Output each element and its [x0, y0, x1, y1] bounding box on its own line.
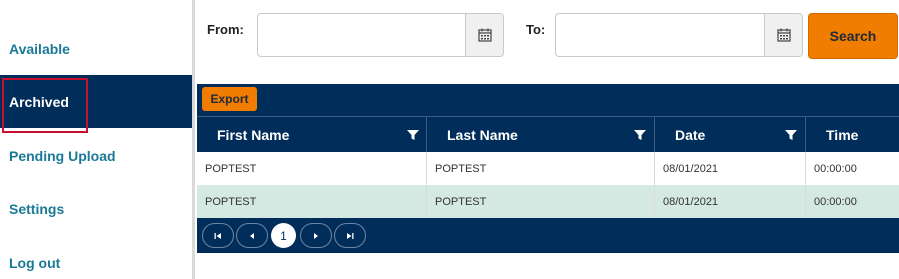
first-page-icon	[214, 232, 221, 239]
grid-toolbar: Export	[197, 84, 899, 116]
cell-date: 08/01/2021	[655, 185, 806, 218]
prev-page-button[interactable]	[236, 223, 268, 248]
column-header-time[interactable]: Time	[806, 117, 899, 153]
next-page-icon	[314, 232, 318, 239]
calendar-icon	[477, 28, 492, 42]
cell-date: 08/01/2021	[655, 152, 806, 185]
to-date-field	[555, 13, 803, 57]
to-date-input[interactable]	[556, 14, 764, 56]
from-date-input[interactable]	[258, 14, 465, 56]
sidebar-item-label: Archived	[9, 93, 69, 110]
page-button-current[interactable]: 1	[271, 223, 296, 248]
next-page-button[interactable]	[300, 223, 332, 248]
sidebar-item-label: Settings	[9, 200, 65, 217]
cell-first-name: POPTEST	[197, 152, 427, 185]
filter-icon[interactable]	[633, 128, 647, 142]
first-page-button[interactable]	[202, 223, 234, 248]
filter-icon[interactable]	[784, 128, 798, 142]
prev-page-icon	[250, 232, 254, 239]
archived-grid: Export First Name Last Name Date Time PO…	[197, 84, 899, 253]
export-button[interactable]: Export	[202, 87, 257, 111]
calendar-icon	[776, 28, 791, 42]
sidebar-item-pending-upload[interactable]: Pending Upload	[0, 129, 192, 182]
grid-header: First Name Last Name Date Time	[197, 116, 899, 153]
last-page-button[interactable]	[334, 223, 366, 248]
column-header-label: Last Name	[447, 127, 518, 143]
column-header-first-name[interactable]: First Name	[197, 117, 427, 153]
column-header-date[interactable]: Date	[655, 117, 806, 153]
to-label: To:	[526, 22, 546, 37]
sidebar-item-label: Available	[9, 40, 70, 57]
sidebar-item-label: Log out	[9, 254, 61, 271]
last-page-icon	[347, 232, 354, 239]
cell-time: 00:00:00	[814, 195, 857, 208]
column-header-label: Date	[675, 127, 706, 143]
sidebar-item-label: Pending Upload	[9, 147, 116, 164]
from-date-field	[257, 13, 504, 57]
filter-icon[interactable]	[406, 128, 420, 142]
to-calendar-button[interactable]	[764, 14, 802, 56]
table-row[interactable]: POPTEST POPTEST 08/01/2021 00:00:00	[197, 152, 899, 185]
sidebar-item-log-out[interactable]: Log out	[0, 236, 192, 279]
from-calendar-button[interactable]	[465, 14, 503, 56]
sidebar-item-settings[interactable]: Settings	[0, 182, 192, 235]
cell-last-name: POPTEST	[427, 152, 655, 185]
column-header-label: First Name	[217, 127, 290, 143]
from-label: From:	[207, 22, 244, 37]
cell-time: 00:00:00	[814, 162, 857, 175]
sidebar: Available Archived Pending Upload Settin…	[0, 0, 192, 279]
sidebar-item-archived[interactable]: Archived	[0, 75, 192, 133]
cell-first-name: POPTEST	[197, 185, 427, 218]
sidebar-divider	[192, 0, 195, 279]
column-header-label: Time	[826, 127, 859, 143]
table-row[interactable]: POPTEST POPTEST 08/01/2021 00:00:00	[197, 185, 899, 218]
column-header-last-name[interactable]: Last Name	[427, 117, 655, 153]
search-button[interactable]: Search	[808, 13, 898, 59]
grid-pager: 1	[197, 219, 899, 253]
cell-last-name: POPTEST	[427, 185, 655, 218]
sidebar-item-available[interactable]: Available	[0, 22, 192, 75]
